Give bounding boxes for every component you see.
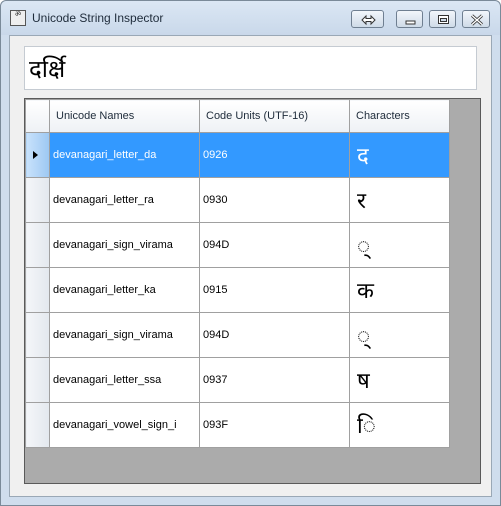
window-title: Unicode String Inspector xyxy=(32,11,164,25)
table-row[interactable]: devanagari_vowel_sign_i 093F ि xyxy=(25,402,450,448)
table-row[interactable]: devanagari_sign_virama 094D ◌् xyxy=(25,222,450,268)
table-row[interactable]: devanagari_letter_ka 0915 क xyxy=(25,267,450,313)
close-icon xyxy=(470,14,484,26)
code-unit-cell[interactable]: 093F xyxy=(199,402,350,448)
double-arrow-icon xyxy=(361,14,376,26)
code-unit-cell[interactable]: 0926 xyxy=(199,132,350,178)
grid-header-row: Unicode Names Code Units (UTF-16) Charac… xyxy=(25,99,450,133)
character-cell[interactable]: र xyxy=(349,177,450,223)
column-header-unicode-names[interactable]: Unicode Names xyxy=(49,99,200,133)
character-cell[interactable]: ि xyxy=(349,402,450,448)
minimize-button[interactable] xyxy=(396,10,423,28)
unicode-name-cell[interactable]: devanagari_letter_ka xyxy=(49,267,200,313)
app-icon[interactable]: ॐ xyxy=(10,10,26,26)
unicode-name-cell[interactable]: devanagari_letter_ra xyxy=(49,177,200,223)
unicode-name-cell[interactable]: devanagari_sign_virama xyxy=(49,312,200,358)
code-unit-cell[interactable]: 094D xyxy=(199,312,350,358)
column-header-code-units[interactable]: Code Units (UTF-16) xyxy=(199,99,350,133)
unicode-name-cell[interactable]: devanagari_letter_da xyxy=(49,132,200,178)
maximize-button[interactable] xyxy=(429,10,456,28)
code-unit-cell[interactable]: 0915 xyxy=(199,267,350,313)
row-header[interactable] xyxy=(25,357,50,403)
unicode-table: Unicode Names Code Units (UTF-16) Charac… xyxy=(25,99,450,448)
code-unit-cell[interactable]: 094D xyxy=(199,222,350,268)
unicode-name-cell[interactable]: devanagari_vowel_sign_i xyxy=(49,402,200,448)
code-unit-cell[interactable]: 0937 xyxy=(199,357,350,403)
current-row-arrow-icon xyxy=(33,151,38,159)
code-unit-cell[interactable]: 0930 xyxy=(199,177,350,223)
grid-corner-cell[interactable] xyxy=(25,99,50,133)
row-header[interactable] xyxy=(25,267,50,313)
maximize-icon xyxy=(438,15,449,24)
unicode-grid[interactable]: Unicode Names Code Units (UTF-16) Charac… xyxy=(24,98,481,484)
table-row[interactable]: devanagari_sign_virama 094D ◌् xyxy=(25,312,450,358)
character-cell[interactable]: द xyxy=(349,132,450,178)
column-header-characters[interactable]: Characters xyxy=(349,99,450,133)
character-cell[interactable]: ◌् xyxy=(349,222,450,268)
row-header[interactable] xyxy=(25,312,50,358)
unicode-text-input[interactable] xyxy=(24,46,477,90)
row-header[interactable] xyxy=(25,132,50,178)
swap-direction-button[interactable] xyxy=(351,10,384,28)
table-row[interactable]: devanagari_letter_ra 0930 र xyxy=(25,177,450,223)
character-cell[interactable]: ◌् xyxy=(349,312,450,358)
table-row[interactable]: devanagari_letter_ssa 0937 ष xyxy=(25,357,450,403)
close-button[interactable] xyxy=(462,10,490,28)
minimize-icon xyxy=(405,20,416,25)
row-header[interactable] xyxy=(25,177,50,223)
app-window: ॐ Unicode String Inspector दर्क्षि Unico… xyxy=(0,0,501,506)
row-header[interactable] xyxy=(25,222,50,268)
title-bar[interactable]: ॐ Unicode String Inspector xyxy=(1,1,500,35)
character-cell[interactable]: ष xyxy=(349,357,450,403)
table-row[interactable]: devanagari_letter_da 0926 द xyxy=(25,132,450,178)
client-area: Unicode Names Code Units (UTF-16) Charac… xyxy=(9,35,492,497)
row-header[interactable] xyxy=(25,402,50,448)
unicode-name-cell[interactable]: devanagari_letter_ssa xyxy=(49,357,200,403)
character-cell[interactable]: क xyxy=(349,267,450,313)
unicode-name-cell[interactable]: devanagari_sign_virama xyxy=(49,222,200,268)
